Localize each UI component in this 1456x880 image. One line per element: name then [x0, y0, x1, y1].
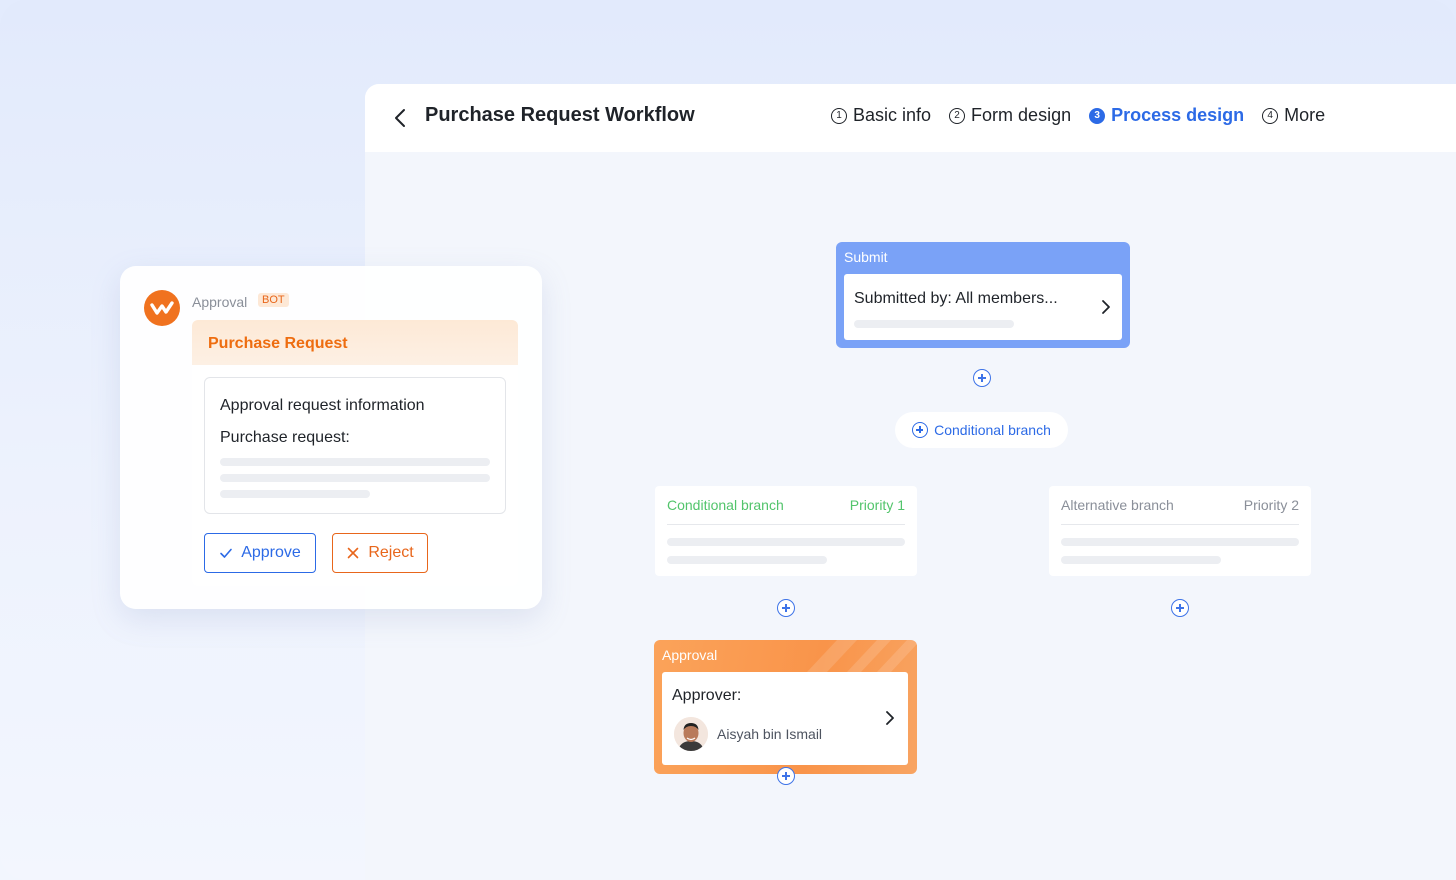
page-title: Purchase Request Workflow: [425, 104, 695, 126]
approval-request-card: Purchase Request Approval request inform…: [192, 320, 518, 586]
placeholder-bar: [220, 474, 490, 482]
add-node-button[interactable]: [777, 767, 795, 785]
step-number: 4: [1262, 107, 1279, 124]
approve-button[interactable]: Approve: [204, 533, 316, 573]
placeholder-bar: [667, 538, 905, 546]
add-node-button[interactable]: [777, 599, 795, 617]
plus-circle-icon: [912, 422, 929, 438]
branch-card-alternative[interactable]: Alternative branch Priority 2: [1049, 486, 1311, 576]
tab-form-design[interactable]: 2 Form design: [949, 105, 1071, 126]
placeholder-bar: [1061, 556, 1221, 564]
tab-basic-info[interactable]: 1 Basic info: [831, 105, 931, 126]
bot-message-card: Approval BOT Purchase Request Approval r…: [120, 266, 542, 609]
placeholder-bar: [667, 556, 827, 564]
bot-name: Approval: [192, 294, 248, 310]
step-number: 1: [831, 107, 847, 124]
decorative-stripes: [807, 640, 917, 672]
check-icon: [220, 548, 233, 558]
close-icon: [348, 547, 359, 559]
step-tabs: 1 Basic info 2 Form design 3 Process des…: [831, 105, 1325, 126]
placeholder-bar: [1061, 538, 1299, 546]
chevron-right-icon: [1102, 300, 1110, 314]
bot-badge: BOT: [258, 293, 289, 307]
placeholder-bar: [220, 458, 490, 466]
placeholder-bar: [220, 490, 370, 498]
divider: [1061, 524, 1299, 525]
branch-title: Alternative branch: [1061, 497, 1174, 513]
tab-label: Process design: [1111, 105, 1245, 125]
submit-node-body[interactable]: Submitted by: All members...: [844, 274, 1122, 340]
info-title: Approval request information: [220, 397, 425, 414]
branch-priority: Priority 2: [1243, 497, 1299, 513]
branch-card-conditional[interactable]: Conditional branch Priority 1: [655, 486, 917, 576]
branch-title: Conditional branch: [667, 497, 784, 513]
tab-label: Form design: [971, 105, 1072, 125]
step-number: 3: [1089, 107, 1106, 124]
divider: [667, 524, 905, 525]
card-title: Purchase Request: [208, 335, 348, 352]
submitter-text: Submitted by: All members...: [854, 290, 1058, 307]
chevron-right-icon: [886, 711, 894, 725]
card-header: Purchase Request: [192, 320, 518, 365]
add-node-button[interactable]: [1171, 599, 1189, 617]
tab-label: More: [1284, 105, 1326, 125]
info-subtitle: Purchase request:: [220, 429, 350, 446]
request-info-box: Approval request information Purchase re…: [204, 377, 506, 514]
reject-label: Reject: [368, 544, 414, 561]
placeholder-bar: [854, 320, 1014, 328]
chevron-left-icon[interactable]: [391, 106, 411, 130]
approval-node[interactable]: Approval Approver: Aisyah bin Ismail: [654, 640, 917, 774]
approver-name: Aisyah bin Ismail: [717, 726, 823, 742]
approval-bot-logo-icon: [144, 290, 180, 326]
add-node-button[interactable]: [973, 369, 991, 387]
reject-button[interactable]: Reject: [332, 533, 428, 573]
tab-process-design[interactable]: 3 Process design: [1089, 105, 1244, 126]
branch-priority: Priority 1: [849, 497, 905, 513]
approval-node-body[interactable]: Approver: Aisyah bin Ismail: [662, 672, 908, 765]
tab-more[interactable]: 4 More: [1262, 105, 1325, 126]
approve-label: Approve: [241, 544, 301, 561]
branch-pill-label: Conditional branch: [934, 422, 1051, 438]
node-type-label: Submit: [844, 249, 888, 265]
submit-node[interactable]: Submit Submitted by: All members...: [836, 242, 1130, 348]
tab-label: Basic info: [853, 105, 932, 125]
node-type-label: Approval: [662, 647, 718, 663]
approver-label: Approver:: [672, 687, 742, 704]
add-conditional-branch-button[interactable]: Conditional branch: [895, 412, 1068, 448]
step-number: 2: [949, 107, 966, 124]
avatar: [674, 717, 708, 751]
header-bar: Purchase Request Workflow 1 Basic info 2…: [365, 84, 1456, 152]
